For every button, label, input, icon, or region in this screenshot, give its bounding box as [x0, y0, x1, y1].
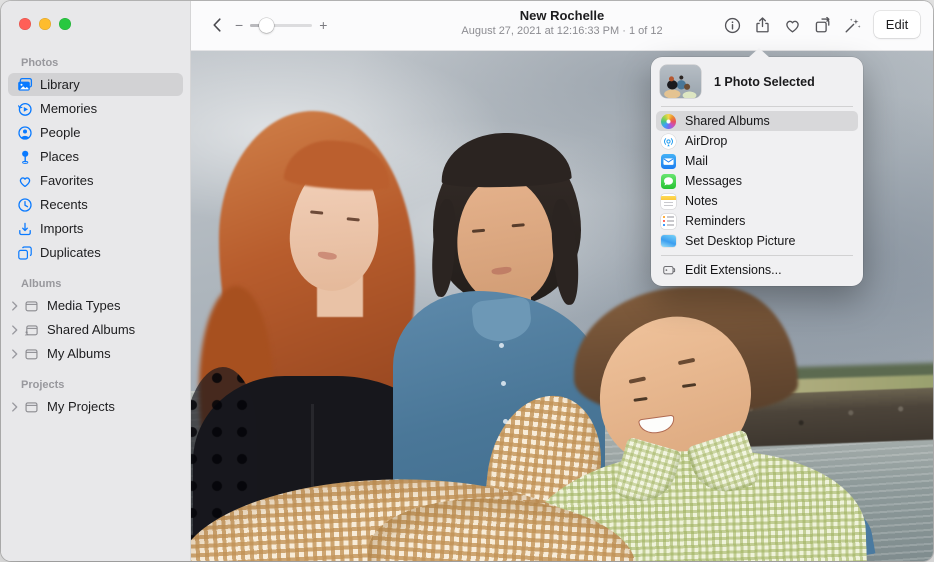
auto-enhance-button[interactable]	[837, 10, 867, 40]
sidebar-item-media-types[interactable]: Media Types	[8, 294, 183, 317]
share-popover: 1 Photo Selected Shared Albums AirDrop M…	[651, 57, 863, 286]
zoom-out-label[interactable]: −	[235, 17, 243, 33]
favorite-button[interactable]	[777, 10, 807, 40]
sidebar-item-favorites[interactable]: Favorites	[8, 169, 183, 192]
back-button[interactable]	[203, 10, 233, 40]
sidebar-item-label: Memories	[40, 101, 97, 116]
share-item-label: Edit Extensions...	[685, 263, 782, 277]
sidebar-item-people[interactable]: People	[8, 121, 183, 144]
share-item-label: AirDrop	[685, 134, 727, 148]
share-item-messages[interactable]: Messages	[656, 171, 858, 191]
zoom-slider-control: − +	[235, 10, 327, 40]
disclosure-chevron-icon[interactable]	[10, 299, 20, 312]
close-button[interactable]	[19, 18, 31, 30]
zoom-button[interactable]	[59, 18, 71, 30]
share-item-shared-albums[interactable]: Shared Albums	[656, 111, 858, 131]
disclosure-chevron-icon[interactable]	[10, 347, 20, 360]
mail-icon	[661, 154, 676, 169]
sidebar-item-label: Favorites	[40, 173, 93, 188]
window-controls	[19, 18, 71, 30]
sidebar-item-label: People	[40, 125, 80, 140]
sidebar-item-shared-albums[interactable]: Shared Albums	[8, 318, 183, 341]
toolbar-actions	[717, 10, 867, 40]
sidebar-item-recents[interactable]: Recents	[8, 193, 183, 216]
sidebar: Photos Library Memories People Places	[1, 1, 191, 561]
sidebar-item-label: Imports	[40, 221, 83, 236]
sidebar-item-my-albums[interactable]: My Albums	[8, 342, 183, 365]
photos-app-icon	[661, 114, 676, 129]
section-header-albums: Albums	[21, 278, 190, 290]
sidebar-item-places[interactable]: Places	[8, 145, 183, 168]
sidebar-item-label: Places	[40, 149, 79, 164]
selection-count-label: 1 Photo Selected	[714, 75, 815, 89]
share-item-airdrop[interactable]: AirDrop	[656, 131, 858, 151]
sidebar-item-label: My Projects	[47, 399, 115, 414]
sidebar-item-library[interactable]: Library	[8, 73, 183, 96]
share-item-label: Set Desktop Picture	[685, 234, 795, 248]
reminders-icon	[661, 214, 676, 229]
duplicates-icon	[16, 244, 33, 261]
section-header-photos: Photos	[21, 57, 190, 69]
album-icon	[23, 297, 40, 314]
edit-extensions-item[interactable]: Edit Extensions...	[656, 260, 858, 280]
share-item-label: Mail	[685, 154, 708, 168]
section-header-projects: Projects	[21, 379, 190, 391]
share-item-label: Notes	[685, 194, 718, 208]
edit-button[interactable]: Edit	[874, 11, 920, 38]
sidebar-item-memories[interactable]: Memories	[8, 97, 183, 120]
sidebar-item-my-projects[interactable]: My Projects	[8, 395, 183, 418]
photos-app-window: Photos Library Memories People Places	[1, 1, 933, 561]
sidebar-item-label: Library	[40, 77, 80, 92]
toolbar: − + New Rochelle August 27, 2021 at 12:1…	[191, 1, 933, 51]
imports-icon	[16, 220, 33, 237]
sidebar-item-label: Media Types	[47, 298, 120, 313]
share-destinations: Shared Albums AirDrop Mail Messages	[651, 107, 863, 255]
sidebar-item-label: Duplicates	[40, 245, 101, 260]
popover-arrow	[748, 48, 770, 58]
zoom-in-label[interactable]: +	[319, 17, 327, 33]
disclosure-chevron-icon[interactable]	[10, 323, 20, 336]
extensions-icon	[661, 263, 676, 278]
favorites-icon	[16, 172, 33, 189]
zoom-slider-track[interactable]	[250, 24, 312, 27]
sidebar-item-label: My Albums	[47, 346, 111, 361]
sidebar-item-label: Recents	[40, 197, 88, 212]
share-item-label: Reminders	[685, 214, 745, 228]
rotate-button[interactable]	[807, 10, 837, 40]
share-button[interactable]	[747, 10, 777, 40]
share-item-set-desktop-picture[interactable]: Set Desktop Picture	[656, 231, 858, 251]
share-item-label: Shared Albums	[685, 114, 770, 128]
sidebar-item-imports[interactable]: Imports	[8, 217, 183, 240]
library-icon	[16, 76, 33, 93]
share-item-reminders[interactable]: Reminders	[656, 211, 858, 231]
popover-footer: Edit Extensions...	[651, 256, 863, 280]
sidebar-item-label: Shared Albums	[47, 322, 135, 337]
disclosure-chevron-icon[interactable]	[10, 400, 20, 413]
share-item-notes[interactable]: Notes	[656, 191, 858, 211]
zoom-slider-thumb[interactable]	[259, 18, 274, 33]
sidebar-item-duplicates[interactable]: Duplicates	[8, 241, 183, 264]
album-icon	[23, 398, 40, 415]
info-button[interactable]	[717, 10, 747, 40]
recents-icon	[16, 196, 33, 213]
share-item-mail[interactable]: Mail	[656, 151, 858, 171]
memories-icon	[16, 100, 33, 117]
messages-icon	[661, 174, 676, 189]
album-icon	[23, 345, 40, 362]
notes-icon	[661, 194, 676, 209]
share-item-label: Messages	[685, 174, 742, 188]
popover-header: 1 Photo Selected	[651, 57, 863, 106]
shared-album-icon	[23, 321, 40, 338]
airdrop-icon	[661, 134, 676, 149]
places-icon	[16, 148, 33, 165]
desktop-picture-icon	[661, 234, 676, 249]
people-icon	[16, 124, 33, 141]
minimize-button[interactable]	[39, 18, 51, 30]
selected-photo-thumbnail	[660, 65, 701, 98]
